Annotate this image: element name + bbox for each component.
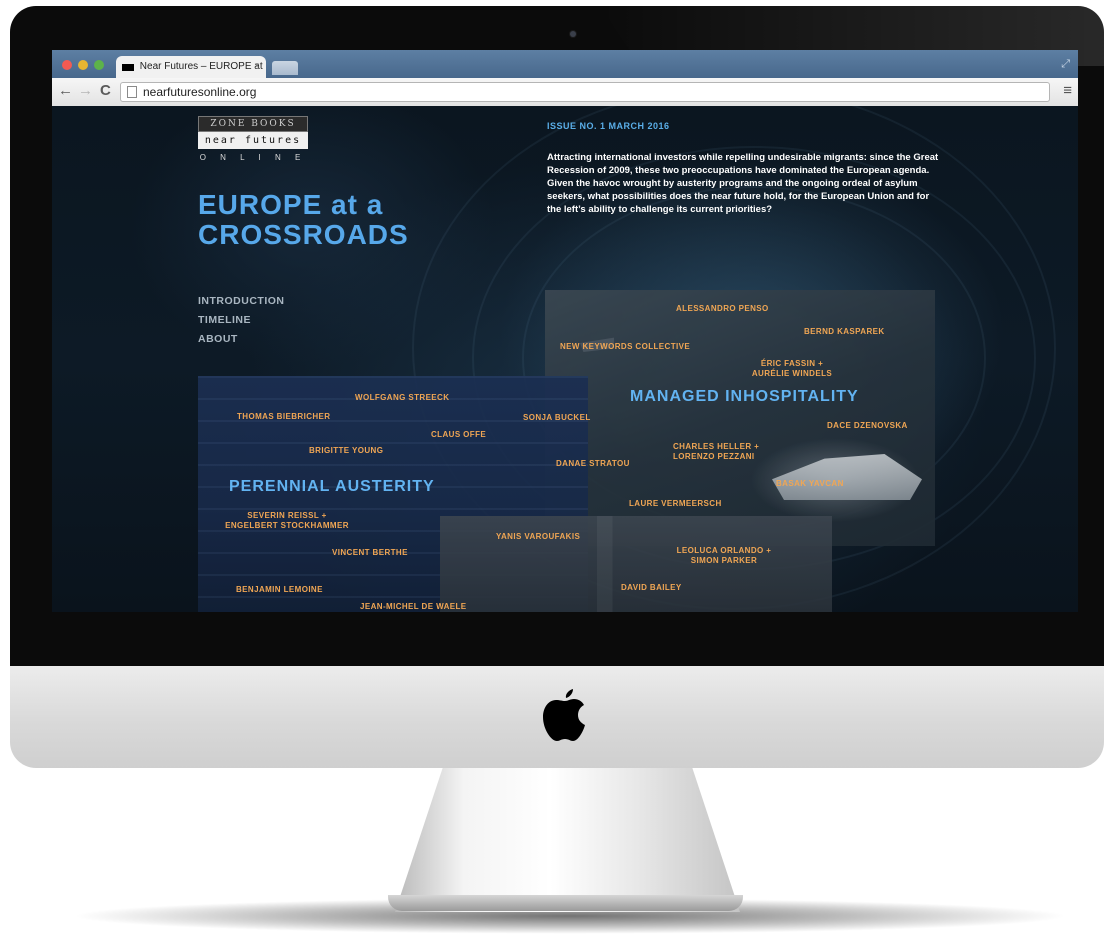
- nav-timeline[interactable]: TIMELINE: [198, 311, 285, 330]
- apple-logo-icon: [543, 689, 585, 741]
- author-link[interactable]: CHARLES HELLER + LORENZO PEZZANI: [673, 442, 759, 462]
- author-link[interactable]: LEOLUCA ORLANDO + SIMON PARKER: [669, 546, 779, 566]
- author-line: SEVERIN REISSL +: [247, 511, 327, 520]
- author-line: ÉRIC FASSIN +: [760, 359, 824, 368]
- page-title: EUROPE at a CROSSROADS: [198, 190, 518, 250]
- browser-toolbar: ← → C nearfuturesonline.org ≡: [52, 78, 1078, 107]
- theme-managed-inhospitality[interactable]: MANAGED INHOSPITALITY: [630, 388, 859, 406]
- title-line-2: CROSSROADS: [198, 219, 409, 250]
- browser-titlebar: Near Futures – EUROPE at × ⤢: [52, 50, 1078, 78]
- author-link[interactable]: BRIGITTE YOUNG: [309, 446, 383, 456]
- author-link[interactable]: CLAUS OFFE: [431, 430, 486, 440]
- fullscreen-icon[interactable]: ⤢: [1061, 58, 1070, 71]
- window-maximize-button[interactable]: [94, 60, 104, 70]
- tab-title: Near Futures – EUROPE at: [139, 61, 263, 72]
- author-line: LEOLUCA ORLANDO +: [676, 546, 772, 555]
- author-line: ENGELBERT STOCKHAMMER: [225, 521, 349, 530]
- window-minimize-button[interactable]: [78, 60, 88, 70]
- author-link[interactable]: JEAN-MICHEL DE WAELE: [360, 602, 467, 612]
- author-line: SIMON PARKER: [690, 556, 758, 565]
- intro-paragraph: Attracting international investors while…: [547, 152, 939, 215]
- logo-name: near futures: [198, 132, 308, 149]
- author-link[interactable]: DACE DZENOVSKA: [827, 421, 908, 431]
- author-link[interactable]: THOMAS BIEBRICHER: [237, 412, 330, 422]
- forward-button[interactable]: →: [78, 82, 93, 99]
- nav-introduction[interactable]: INTRODUCTION: [198, 292, 285, 311]
- author-link[interactable]: SONJA BUCKEL: [523, 413, 591, 423]
- author-link[interactable]: BASAK YAVCAN: [776, 479, 844, 489]
- author-link[interactable]: YANIS VAROUFAKIS: [496, 532, 580, 542]
- site-logo[interactable]: ZONE BOOKS near futures O N L I N E: [198, 116, 308, 165]
- author-link[interactable]: WOLFGANG STREECK: [355, 393, 449, 403]
- author-link[interactable]: VINCENT BERTHE: [332, 548, 408, 558]
- author-link[interactable]: DANAE STRATOU: [556, 459, 630, 469]
- author-line: CHARLES HELLER +: [673, 442, 760, 451]
- logo-publisher: ZONE BOOKS: [198, 116, 308, 132]
- address-bar[interactable]: nearfuturesonline.org: [120, 82, 1050, 102]
- author-link[interactable]: LAURE VERMEERSCH: [629, 499, 722, 509]
- author-link[interactable]: ALESSANDRO PENSO: [676, 304, 769, 314]
- back-button[interactable]: ←: [58, 82, 73, 99]
- new-tab-button[interactable]: [272, 61, 298, 75]
- page-viewport: ZONE BOOKS near futures O N L I N E EURO…: [52, 106, 1078, 612]
- author-link[interactable]: DAVID BAILEY: [621, 583, 682, 593]
- author-link[interactable]: BERND KASPAREK: [804, 327, 885, 337]
- imac-stand-base: [388, 895, 743, 911]
- camera-icon: [570, 31, 576, 37]
- tab-close-icon[interactable]: ×: [254, 56, 260, 78]
- browser-menu-button[interactable]: ≡: [1063, 82, 1072, 99]
- browser-tab[interactable]: Near Futures – EUROPE at ×: [116, 56, 266, 78]
- imac-stand: [395, 766, 740, 912]
- logo-tagline: O N L I N E: [199, 153, 307, 162]
- imac-chin: [10, 666, 1104, 768]
- theme-perennial-austerity[interactable]: PERENNIAL AUSTERITY: [229, 478, 435, 496]
- author-line: LORENZO PEZZANI: [673, 452, 755, 461]
- title-line-1: EUROPE at a: [198, 189, 384, 220]
- favicon-icon: [122, 63, 134, 71]
- window-close-button[interactable]: [62, 60, 72, 70]
- browser-window: Near Futures – EUROPE at × ⤢ ← → C nearf…: [52, 50, 1078, 612]
- author-line: AURÉLIE WINDELS: [751, 369, 833, 378]
- author-link[interactable]: BENJAMIN LEMOINE: [236, 585, 323, 595]
- author-link[interactable]: SEVERIN REISSL + ENGELBERT STOCKHAMMER: [212, 511, 362, 531]
- url-text: nearfuturesonline.org: [143, 85, 257, 99]
- author-link[interactable]: NEW KEYWORDS COLLECTIVE: [560, 342, 690, 352]
- author-link[interactable]: ÉRIC FASSIN + AURÉLIE WINDELS: [747, 359, 837, 379]
- nav-about[interactable]: ABOUT: [198, 330, 285, 349]
- site-nav: INTRODUCTION TIMELINE ABOUT: [198, 292, 285, 349]
- reload-button[interactable]: C: [100, 82, 111, 99]
- issue-label: ISSUE NO. 1 MARCH 2016: [547, 121, 670, 131]
- page-icon: [127, 86, 137, 98]
